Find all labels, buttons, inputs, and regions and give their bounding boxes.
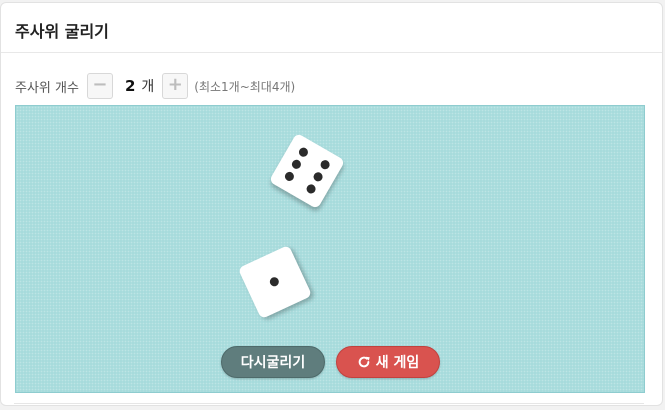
- reroll-button[interactable]: 다시굴리기: [221, 346, 325, 378]
- dice-count-range: (최소1개~최대4개): [194, 79, 296, 94]
- dice-board: 다시굴리기 새 게임: [15, 105, 645, 393]
- reroll-label: 다시굴리기: [240, 355, 306, 371]
- die-pip: [297, 146, 310, 159]
- panel-header: 주사위 굴리기: [1, 3, 662, 53]
- decrease-button[interactable]: −: [86, 73, 113, 99]
- dice-count-value: 2: [124, 77, 136, 95]
- die-pip: [268, 275, 281, 288]
- dice-panel: 주사위 굴리기 주사위 개수 − 2 개 + (최소1개~최대4개) 다시굴리기: [0, 2, 663, 406]
- die-one: [237, 244, 313, 320]
- die-six: [268, 132, 346, 210]
- refresh-icon: [358, 356, 370, 368]
- dice-count-controls: 주사위 개수 − 2 개 + (최소1개~최대4개): [15, 72, 295, 100]
- dice-count-unit: 개: [141, 79, 155, 95]
- increase-button[interactable]: +: [162, 73, 189, 99]
- die-pip: [283, 170, 296, 183]
- die-pip: [304, 182, 318, 196]
- die-pip: [318, 158, 332, 171]
- new-game-label: 새 게임: [375, 355, 420, 371]
- page-title: 주사위 굴리기: [15, 22, 109, 41]
- divider: [14, 403, 644, 404]
- new-game-button[interactable]: 새 게임: [336, 346, 440, 378]
- die-pip: [311, 170, 325, 183]
- dice-count-label: 주사위 개수: [15, 80, 79, 96]
- die-pip: [290, 158, 303, 171]
